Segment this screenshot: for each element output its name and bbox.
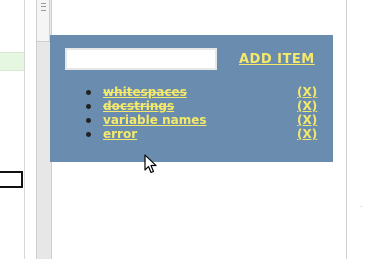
bullet-icon: [86, 104, 91, 109]
list-item: error (X): [86, 127, 320, 141]
left-divider: [24, 0, 25, 259]
left-highlight-row: [0, 52, 24, 71]
add-item-button[interactable]: ADD ITEM: [239, 52, 315, 67]
list-item: whitespaces (X): [86, 85, 320, 99]
remove-item-button[interactable]: (X): [297, 85, 317, 99]
screen: ⁻ ADD ITEM whitespaces (X) docstrings (X…: [0, 0, 365, 259]
todo-item-label[interactable]: error: [103, 127, 137, 141]
todo-list: whitespaces (X) docstrings (X) variable …: [86, 85, 320, 141]
right-edge-mark: ⁻: [359, 203, 364, 212]
bullet-icon: [86, 90, 91, 95]
todo-widget-panel: ADD ITEM whitespaces (X) docstrings (X) …: [50, 35, 333, 162]
remove-item-button[interactable]: (X): [297, 99, 317, 113]
scroll-grip-icon: [41, 3, 46, 11]
bullet-icon: [86, 132, 91, 137]
remove-item-button[interactable]: (X): [297, 127, 317, 141]
arrow-cursor-icon: [144, 154, 157, 174]
list-item: docstrings (X): [86, 99, 320, 113]
list-item: variable names (X): [86, 113, 320, 127]
right-divider: [346, 0, 347, 259]
new-item-input[interactable]: [65, 48, 217, 70]
remove-item-button[interactable]: (X): [297, 113, 317, 127]
left-partial-input[interactable]: [0, 171, 23, 188]
scrollbar-handle[interactable]: [36, 0, 50, 42]
todo-item-label[interactable]: whitespaces: [103, 85, 187, 99]
todo-item-label[interactable]: variable names: [103, 113, 207, 127]
todo-item-label[interactable]: docstrings: [103, 99, 174, 113]
bullet-icon: [86, 118, 91, 123]
